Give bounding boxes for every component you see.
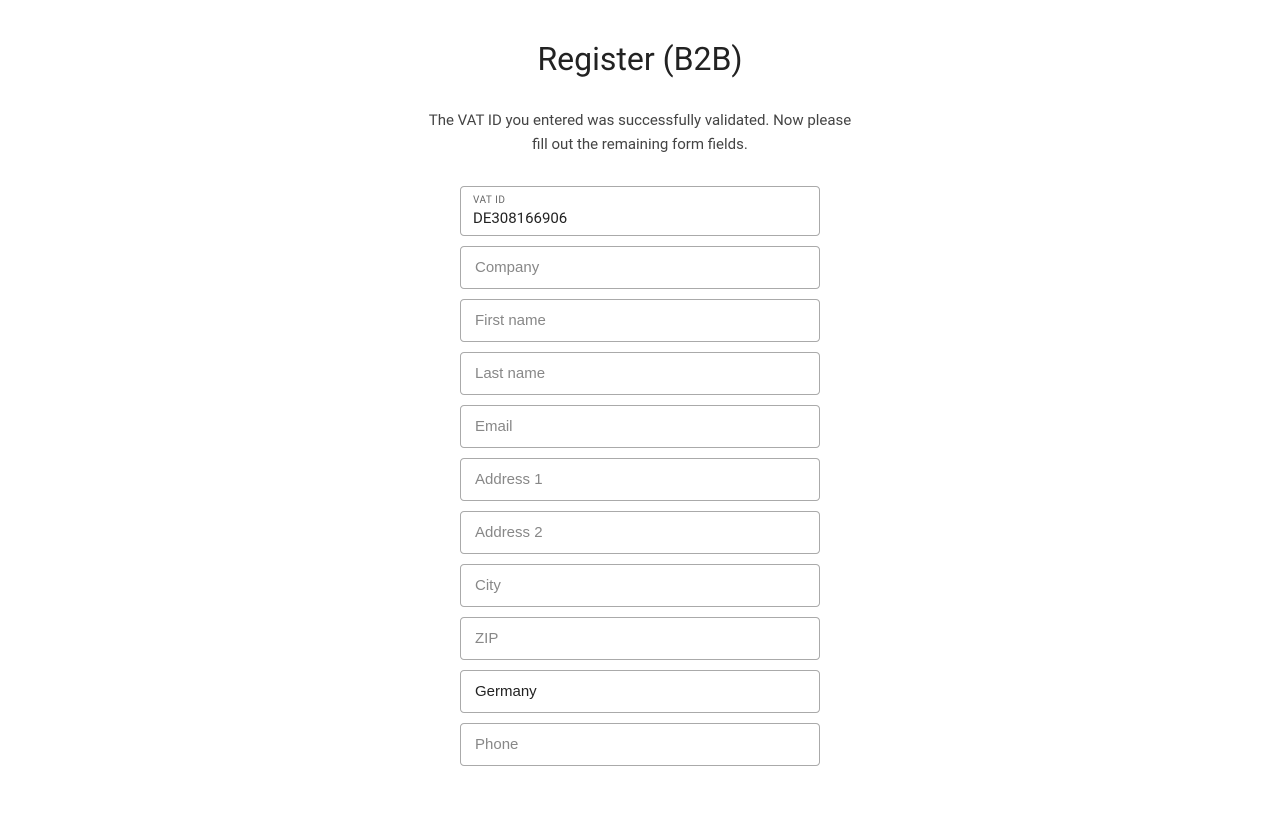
zip-input[interactable] bbox=[460, 617, 820, 660]
first-name-input[interactable] bbox=[460, 299, 820, 342]
country-input[interactable] bbox=[460, 670, 820, 713]
registration-form: VAT ID DE308166906 bbox=[460, 186, 820, 766]
vat-field: VAT ID DE308166906 bbox=[460, 186, 820, 236]
phone-input[interactable] bbox=[460, 723, 820, 766]
city-input[interactable] bbox=[460, 564, 820, 607]
last-name-input[interactable] bbox=[460, 352, 820, 395]
page-title: Register (B2B) bbox=[537, 40, 742, 78]
company-input[interactable] bbox=[460, 246, 820, 289]
email-input[interactable] bbox=[460, 405, 820, 448]
address1-input[interactable] bbox=[460, 458, 820, 501]
address2-input[interactable] bbox=[460, 511, 820, 554]
subtitle: The VAT ID you entered was successfully … bbox=[429, 108, 851, 156]
vat-label: VAT ID bbox=[473, 195, 807, 206]
vat-value: DE308166906 bbox=[473, 209, 567, 227]
page-container: Register (B2B) The VAT ID you entered wa… bbox=[0, 0, 1280, 826]
